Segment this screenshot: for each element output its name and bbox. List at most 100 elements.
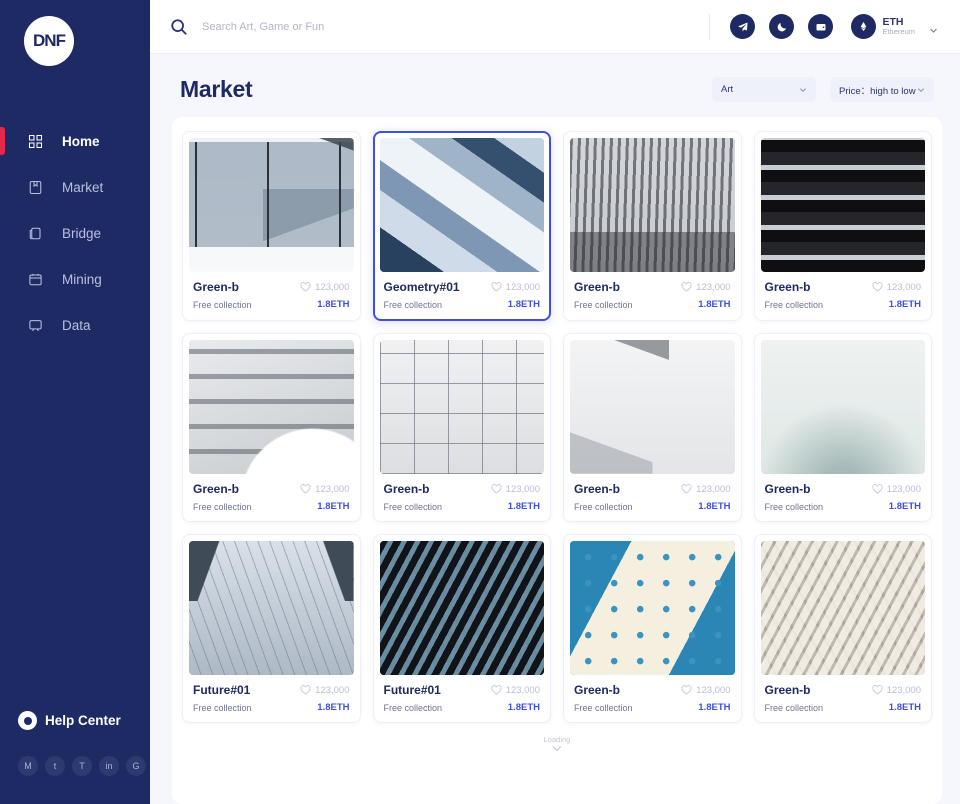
nft-card[interactable]: Green-b 123,000 Free collection 1.8ETH — [372, 333, 551, 522]
nft-price: 1.8ETH — [698, 299, 731, 310]
heart-icon — [491, 685, 502, 695]
nft-card[interactable]: Green-b 123,000 Free collection 1.8ETH — [563, 131, 742, 321]
nft-meta-row: Free collection 1.8ETH — [193, 299, 350, 310]
nft-meta-row: Free collection 1.8ETH — [384, 299, 541, 310]
nft-card[interactable]: Green-b 123,000 Free collection 1.8ETH — [563, 333, 742, 522]
nft-title-row: Future#01 123,000 — [193, 683, 350, 697]
nft-price: 1.8ETH — [888, 702, 921, 713]
search-input[interactable] — [202, 20, 532, 33]
nft-meta-row: Free collection 1.8ETH — [574, 501, 731, 512]
loading-indicator[interactable]: Loading — [182, 723, 932, 765]
nft-thumbnail — [570, 138, 735, 272]
heart-icon — [872, 484, 883, 494]
twitter-icon[interactable]: t — [45, 756, 65, 776]
like-counter[interactable]: 123,000 — [681, 281, 731, 293]
nft-card-body: Future#01 123,000 Free collection 1.8ETH — [380, 675, 545, 722]
nft-card[interactable]: Future#01 123,000 Free collection 1.8ETH — [372, 534, 551, 723]
nft-title-row: Green-b 123,000 — [193, 280, 350, 294]
nft-grid: Green-b 123,000 Free collection 1.8ETH Geome… — [182, 131, 932, 723]
sidebar-item-mining[interactable]: Mining — [0, 256, 150, 302]
like-counter[interactable]: 123,000 — [491, 282, 540, 293]
brand-logo: DNF — [24, 16, 74, 66]
store-icon — [28, 180, 50, 195]
wallet-icon[interactable] — [808, 14, 834, 39]
nft-title: Green-b — [764, 482, 811, 496]
sort-select[interactable]: Price：high to low — [830, 77, 934, 102]
nft-title-row: Green-b 123,000 — [193, 482, 350, 496]
like-counter[interactable]: 123,000 — [491, 685, 540, 696]
like-counter[interactable]: 123,000 — [681, 484, 731, 495]
sidebar-item-label: Mining — [62, 271, 102, 287]
app-root: DNF Home Market Bridge Mining Data Help Cent… — [0, 0, 960, 804]
logo-container[interactable]: DNF — [0, 0, 150, 66]
nft-card[interactable]: Green-b 123,000 Free collection 1.8ETH — [182, 333, 361, 522]
nft-card[interactable]: Geometry#01 123,000 Free collection 1.8ETH — [372, 131, 551, 321]
linkedin-icon[interactable]: in — [99, 756, 119, 776]
nft-collection: Free collection — [193, 299, 252, 310]
nft-collection: Free collection — [764, 299, 824, 310]
bridge-icon — [28, 226, 50, 241]
nft-meta-row: Free collection 1.8ETH — [765, 299, 922, 310]
loading-label: Loading — [543, 735, 571, 744]
category-select[interactable]: Art — [712, 77, 816, 102]
like-counter[interactable]: 123,000 — [300, 484, 350, 495]
help-center-button[interactable]: Help Center — [18, 711, 150, 730]
like-count: 123,000 — [696, 281, 731, 293]
like-counter[interactable]: 123,000 — [300, 282, 350, 293]
telegram-icon[interactable] — [730, 14, 756, 39]
heart-icon — [681, 484, 692, 494]
nft-card[interactable]: Green-b 123,000 Free collection 1.8ETH — [753, 131, 932, 321]
nft-title-row: Green-b 123,000 — [384, 482, 541, 496]
nft-meta-row: Free collection 1.8ETH — [574, 299, 731, 310]
like-counter[interactable]: 123,000 — [681, 685, 731, 696]
sidebar-item-bridge[interactable]: Bridge — [0, 210, 150, 256]
nft-card[interactable]: Green-b 123,000 Free collection 1.8ETH — [182, 131, 361, 321]
nft-card[interactable]: Green-b 123,000 Free collection 1.8ETH — [563, 534, 742, 723]
nft-title: Green-b — [574, 280, 621, 294]
nft-collection: Free collection — [574, 702, 633, 713]
social-glyph: T — [79, 761, 85, 771]
like-counter[interactable]: 123,000 — [491, 484, 540, 495]
nft-meta-row: Free collection 1.8ETH — [384, 501, 541, 512]
nft-thumbnail — [379, 138, 544, 272]
nft-price: 1.8ETH — [507, 299, 540, 310]
nft-thumbnail — [379, 541, 544, 675]
sidebar-item-data[interactable]: Data — [0, 302, 150, 348]
nft-card-body: Geometry#01 123,000 Free collection 1.8ETH — [380, 272, 545, 319]
calendar-icon — [28, 272, 50, 287]
nft-title: Green-b — [383, 482, 430, 496]
nft-price: 1.8ETH — [317, 501, 350, 512]
nft-collection: Free collection — [193, 702, 252, 713]
chain-selector[interactable]: ETH Ethereum — [851, 14, 938, 39]
nft-meta-row: Free collection 1.8ETH — [193, 702, 350, 713]
nft-thumbnail — [379, 340, 544, 474]
like-count: 123,000 — [886, 684, 921, 696]
like-counter[interactable]: 123,000 — [872, 484, 921, 495]
sidebar-item-market[interactable]: Market — [0, 164, 150, 210]
nft-meta-row: Free collection 1.8ETH — [574, 702, 731, 713]
heart-icon — [872, 685, 883, 695]
nft-title: Green-b — [764, 280, 811, 294]
like-counter[interactable]: 123,000 — [872, 685, 921, 696]
nft-collection: Free collection — [574, 299, 633, 310]
medium-icon[interactable]: M — [18, 756, 38, 776]
sidebar-item-label: Bridge — [62, 225, 102, 241]
sidebar-item-home[interactable]: Home — [0, 118, 150, 164]
github-icon[interactable]: G — [126, 756, 146, 776]
nft-card-body: Green-b 123,000 Free collection 1.8ETH — [189, 474, 354, 521]
like-count: 123,000 — [505, 684, 540, 696]
nft-title-row: Green-b 123,000 — [574, 280, 731, 294]
like-counter[interactable]: 123,000 — [300, 685, 350, 696]
topbar-actions: ETH Ethereum — [730, 14, 938, 39]
like-counter[interactable]: 123,000 — [872, 282, 921, 293]
nft-card[interactable]: Green-b 123,000 Free collection 1.8ETH — [753, 333, 932, 522]
nft-title: Geometry#01 — [383, 280, 460, 294]
nft-card[interactable]: Green-b 123,000 Free collection 1.8ETH — [753, 534, 932, 723]
page-header: Market Art Price：high to low — [150, 54, 960, 117]
nft-card[interactable]: Future#01 123,000 Free collection 1.8ETH — [182, 534, 361, 723]
moon-icon[interactable] — [769, 14, 795, 39]
nft-card-body: Green-b 123,000 Free collection 1.8ETH — [761, 474, 926, 521]
telegram-icon[interactable]: T — [72, 756, 92, 776]
social-links: Mt Tin G — [18, 756, 150, 776]
nft-card-body: Green-b 123,000 Free collection 1.8ETH — [570, 272, 735, 319]
